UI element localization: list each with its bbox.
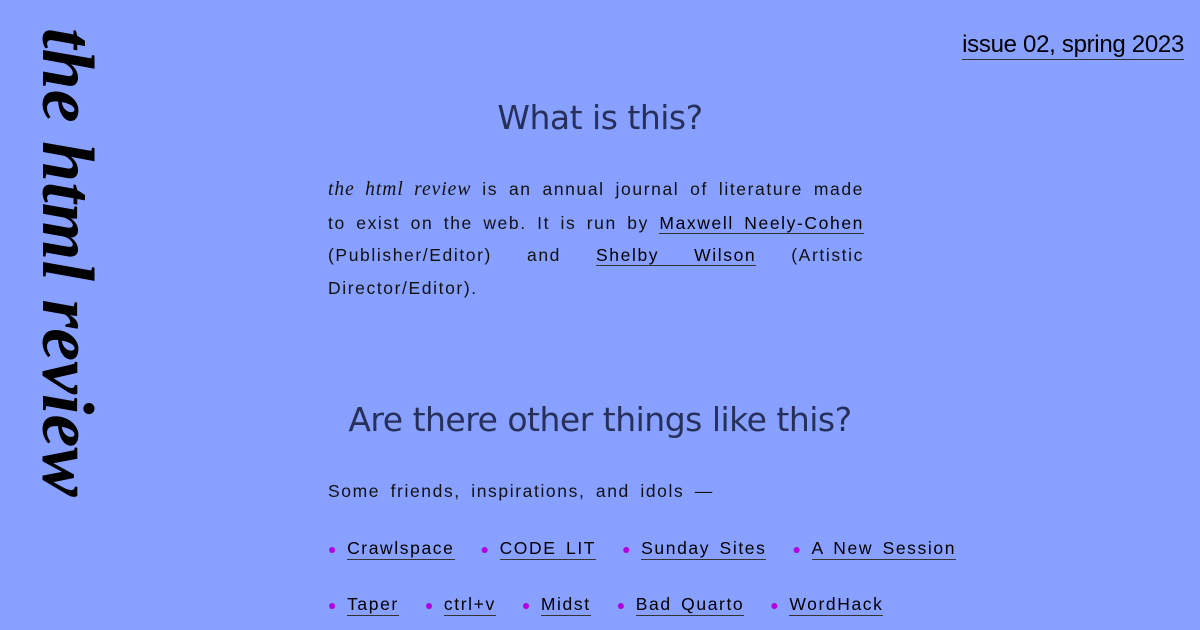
publisher-link[interactable]: Maxwell Neely-Cohen (659, 212, 865, 234)
friend-link-ctrl-v[interactable]: ctrl+v (443, 593, 496, 616)
journal-name: the html review (328, 179, 472, 200)
issue-link[interactable]: issue 02, spring 2023 (962, 31, 1184, 60)
about-heading: What is this? (497, 98, 703, 137)
others-intro: Some friends, inspirations, and idols — (328, 481, 714, 501)
artistic-director-link[interactable]: Shelby Wilson (596, 245, 757, 266)
list-item: ● WordHack (770, 593, 884, 616)
friend-link-code-lit[interactable]: CODE LIT (499, 537, 597, 560)
friend-link-bad-quarto[interactable]: Bad Quarto (635, 593, 745, 616)
list-item: ● ctrl+v (425, 593, 496, 616)
friend-link-a-new-session[interactable]: A New Session (811, 537, 957, 560)
friend-link-taper[interactable]: Taper (347, 593, 399, 616)
about-text-2: (Publisher/Editor) and (328, 245, 597, 265)
list-item: ● CODE LIT (481, 537, 597, 560)
bullet-icon: ● (328, 540, 339, 557)
bullet-icon: ● (328, 596, 339, 613)
bullet-icon: ● (424, 596, 435, 613)
bullet-icon: ● (622, 540, 633, 557)
bullet-icon: ● (480, 540, 491, 557)
bullet-icon: ● (792, 540, 803, 557)
friend-link-sunday-sites[interactable]: Sunday Sites (641, 537, 767, 560)
friend-link-wordhack[interactable]: WordHack (789, 593, 884, 616)
list-item: ● Sunday Sites (622, 537, 767, 560)
others-heading: Are there other things like this? (348, 400, 852, 439)
bullet-icon: ● (521, 596, 532, 613)
list-item: ● Taper (328, 593, 399, 616)
list-item: ● A New Session (792, 537, 957, 560)
friends-list-row-1: ● Crawlspace ● CODE LIT ● Sunday Sites ● A N… (328, 537, 982, 560)
bullet-icon: ● (616, 596, 627, 613)
list-item: ● Crawlspace (328, 537, 455, 560)
about-paragraph: the html review is an annual journal of … (328, 173, 865, 304)
bullet-icon: ● (770, 596, 781, 613)
friends-list-row-2: ● Taper ● ctrl+v ● Midst ● Bad Quarto ● WordH… (328, 593, 909, 616)
list-item: ● Midst (522, 593, 591, 616)
friend-link-crawlspace[interactable]: Crawlspace (347, 537, 455, 560)
friend-link-midst[interactable]: Midst (540, 593, 591, 616)
list-item: ● Bad Quarto (617, 593, 745, 616)
